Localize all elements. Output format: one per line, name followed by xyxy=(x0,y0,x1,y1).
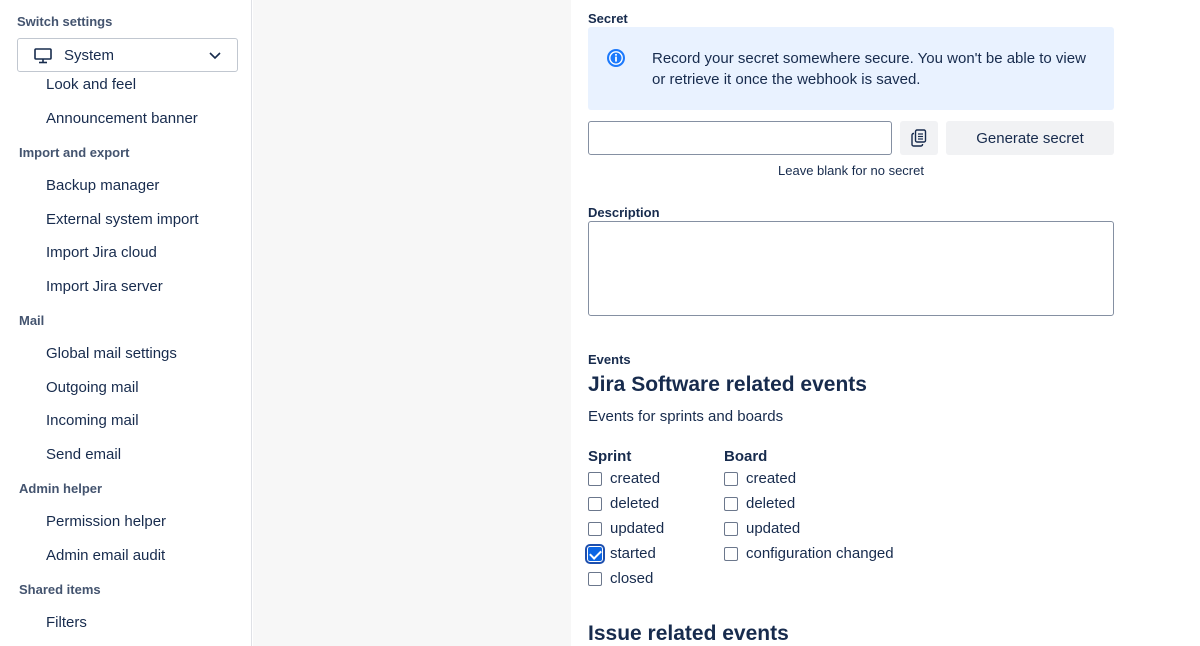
checkbox-label: deleted xyxy=(610,495,660,512)
sidebar-item-announcement-banner[interactable]: Announcement banner xyxy=(46,110,198,127)
sidebar-item-external-system-import[interactable]: External system import xyxy=(46,211,199,228)
description-label: Description xyxy=(588,205,660,220)
sidebar-item-global-mail-settings[interactable]: Global mail settings xyxy=(46,345,177,362)
checkbox-label: configuration changed xyxy=(746,545,894,562)
board-updated-checkbox[interactable] xyxy=(724,521,738,536)
checkbox-label: closed xyxy=(610,570,654,587)
board-deleted-checkbox[interactable] xyxy=(724,496,738,511)
sidebar-section-admin-helper: Admin helper xyxy=(19,481,103,496)
sprint-closed-checkbox[interactable] xyxy=(588,571,602,586)
sidebar-item-incoming-mail[interactable]: Incoming mail xyxy=(46,412,139,429)
sidebar-item-send-email[interactable]: Send email xyxy=(46,446,121,463)
copy-secret-button[interactable] xyxy=(900,121,938,155)
monitor-icon xyxy=(34,48,52,64)
sidebar-item-permission-helper[interactable]: Permission helper xyxy=(46,513,166,530)
chevron-down-icon xyxy=(209,52,221,60)
sidebar-item-filters[interactable]: Filters xyxy=(46,614,87,631)
switch-settings-value: System xyxy=(64,47,115,64)
info-icon xyxy=(607,49,625,67)
board-configuration-changed-option[interactable]: configuration changed xyxy=(724,545,894,562)
sidebar-item-admin-email-audit[interactable]: Admin email audit xyxy=(46,547,165,564)
page-gutter xyxy=(253,0,571,646)
secret-input[interactable] xyxy=(588,121,892,155)
sprint-deleted-checkbox[interactable] xyxy=(588,496,602,511)
checkbox-label: updated xyxy=(746,520,801,537)
board-created-checkbox[interactable] xyxy=(724,471,738,486)
secret-hint: Leave blank for no secret xyxy=(778,163,924,178)
board-configuration-changed-checkbox[interactable] xyxy=(724,546,738,561)
sidebar-section-mail: Mail xyxy=(19,313,45,328)
generate-secret-button[interactable]: Generate secret xyxy=(946,121,1114,155)
sidebar-section-import-export: Import and export xyxy=(19,145,130,160)
software-events-heading: Jira Software related events xyxy=(588,373,867,396)
software-events-subtitle: Events for sprints and boards xyxy=(588,408,784,425)
sprint-heading: Sprint xyxy=(588,448,632,465)
board-created-option[interactable]: created xyxy=(724,470,796,487)
switch-settings-select[interactable]: System xyxy=(17,38,238,72)
board-deleted-option[interactable]: deleted xyxy=(724,495,795,512)
switch-settings-label: Switch settings xyxy=(17,14,113,29)
sprint-started-option[interactable]: started xyxy=(585,543,656,564)
secret-label: Secret xyxy=(588,11,628,26)
sprint-updated-option[interactable]: updated xyxy=(588,520,664,537)
sprint-closed-option[interactable]: closed xyxy=(588,570,653,587)
board-heading: Board xyxy=(724,448,768,465)
sprint-started-checkbox[interactable] xyxy=(585,543,605,564)
sidebar-item-outgoing-mail[interactable]: Outgoing mail xyxy=(46,379,139,396)
sidebar-item-backup-manager[interactable]: Backup manager xyxy=(46,177,159,194)
sprint-deleted-option[interactable]: deleted xyxy=(588,495,659,512)
issue-events-heading: Issue related events xyxy=(588,622,789,645)
checkbox-label: created xyxy=(746,470,797,487)
sidebar-item-import-jira-server[interactable]: Import Jira server xyxy=(46,278,163,295)
board-updated-option[interactable]: updated xyxy=(724,520,800,537)
description-textarea[interactable] xyxy=(588,221,1114,316)
events-label: Events xyxy=(588,352,631,367)
checkbox-label: started xyxy=(610,545,656,562)
sprint-updated-checkbox[interactable] xyxy=(588,521,602,536)
sprint-created-checkbox[interactable] xyxy=(588,471,602,486)
secret-info-text: Record your secret somewhere secure. You… xyxy=(652,50,1086,88)
checkbox-label: created xyxy=(610,470,661,487)
sidebar-item-import-jira-cloud[interactable]: Import Jira cloud xyxy=(46,244,157,261)
sprint-created-option[interactable]: created xyxy=(588,470,660,487)
checkbox-label: deleted xyxy=(746,495,796,512)
copy-icon xyxy=(911,129,927,147)
checkbox-label: updated xyxy=(610,520,665,537)
sidebar-section-shared-items: Shared items xyxy=(19,582,101,597)
sidebar-item-look-and-feel[interactable]: Look and feel xyxy=(46,76,136,93)
admin-sidebar: Switch settings System Look and feel Ann… xyxy=(0,0,252,646)
